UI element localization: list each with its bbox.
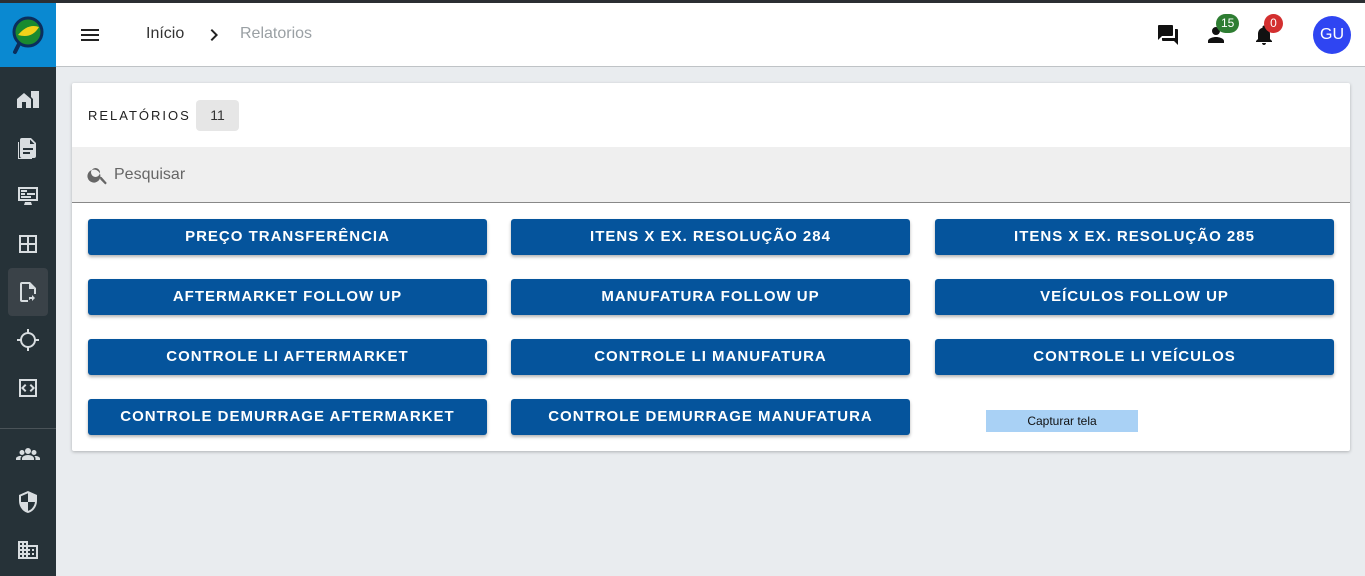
- sidebar-item-company[interactable]: [0, 526, 56, 574]
- report-button-demurrage-aftermarket[interactable]: CONTROLE DEMURRAGE AFTERMARKET: [88, 399, 487, 435]
- document-icon: [18, 138, 36, 159]
- people-count-badge: 15: [1216, 14, 1240, 33]
- sidebar-item-users[interactable]: [0, 430, 56, 478]
- search-bar: [72, 147, 1350, 203]
- report-button-controle-li-veiculos[interactable]: CONTROLE LI VEÍCULOS: [935, 339, 1334, 375]
- report-button-veiculos-follow-up[interactable]: VEÍCULOS FOLLOW UP: [935, 279, 1334, 315]
- code-icon: [19, 379, 37, 397]
- reports-title: RELATÓRIOS: [88, 108, 191, 123]
- forum-icon: [1158, 25, 1178, 45]
- group-icon: [16, 448, 40, 460]
- reports-card: RELATÓRIOS 11 PREÇO TRANSFERÊNCIA ITENS …: [72, 83, 1350, 451]
- people-button[interactable]: 15: [1204, 14, 1240, 47]
- crosshair-icon: [17, 329, 39, 351]
- breadcrumb-current: Relatorios: [240, 25, 313, 42]
- sidebar-item-grid[interactable]: [0, 220, 56, 268]
- report-button-controle-li-aftermarket[interactable]: CONTROLE LI AFTERMARKET: [88, 339, 487, 375]
- search-input[interactable]: [114, 161, 714, 189]
- report-button-itens-resolucao-284[interactable]: ITENS X EX. RESOLUÇÃO 284: [511, 219, 910, 255]
- report-button-demurrage-manufatura[interactable]: CONTROLE DEMURRAGE MANUFATURA: [511, 399, 910, 435]
- report-button-manufatura-follow-up[interactable]: MANUFATURA FOLLOW UP: [511, 279, 910, 315]
- report-button-itens-resolucao-285[interactable]: ITENS X EX. RESOLUÇÃO 285: [935, 219, 1334, 255]
- user-avatar[interactable]: GU: [1313, 16, 1351, 54]
- file-swap-icon: [20, 282, 36, 302]
- sidebar-item-target[interactable]: [0, 316, 56, 364]
- shield-icon: [19, 491, 37, 513]
- search-icon: [86, 163, 110, 187]
- notifications-count-badge: 0: [1264, 14, 1283, 33]
- sidebar-item-dashboard[interactable]: [0, 172, 56, 220]
- app-logo[interactable]: [0, 3, 56, 67]
- sidebar-item-code[interactable]: [0, 364, 56, 412]
- hamburger-icon: [81, 29, 99, 41]
- reports-count-chip: 11: [196, 100, 239, 131]
- sidebar-item-home[interactable]: [0, 76, 56, 124]
- capture-screen-overlay[interactable]: Capturar tela: [986, 410, 1138, 432]
- breadcrumb-home[interactable]: Início: [146, 25, 184, 43]
- sidebar-divider: [0, 428, 56, 429]
- home-city-icon: [17, 91, 39, 108]
- report-button-controle-li-manufatura[interactable]: CONTROLE LI MANUFATURA: [511, 339, 910, 375]
- sidebar-item-security[interactable]: [0, 478, 56, 526]
- chevron-right-icon: [202, 23, 226, 47]
- report-button-aftermarket-follow-up[interactable]: AFTERMARKET FOLLOW UP: [88, 279, 487, 315]
- monitor-dashboard-icon: [18, 187, 38, 205]
- sidebar-item-documents[interactable]: [0, 124, 56, 172]
- logo-icon: [12, 16, 44, 54]
- top-header: Início Relatorios 15 0 GU: [56, 3, 1365, 67]
- sidebar-item-reports[interactable]: [8, 268, 48, 316]
- building-icon: [18, 541, 38, 559]
- menu-toggle-button[interactable]: [78, 23, 102, 47]
- sidebar: [0, 3, 56, 576]
- grid-icon: [19, 235, 37, 253]
- notifications-button[interactable]: 0: [1252, 14, 1283, 47]
- report-button-preco-transferencia[interactable]: PREÇO TRANSFERÊNCIA: [88, 219, 487, 255]
- chat-button[interactable]: [1156, 23, 1180, 47]
